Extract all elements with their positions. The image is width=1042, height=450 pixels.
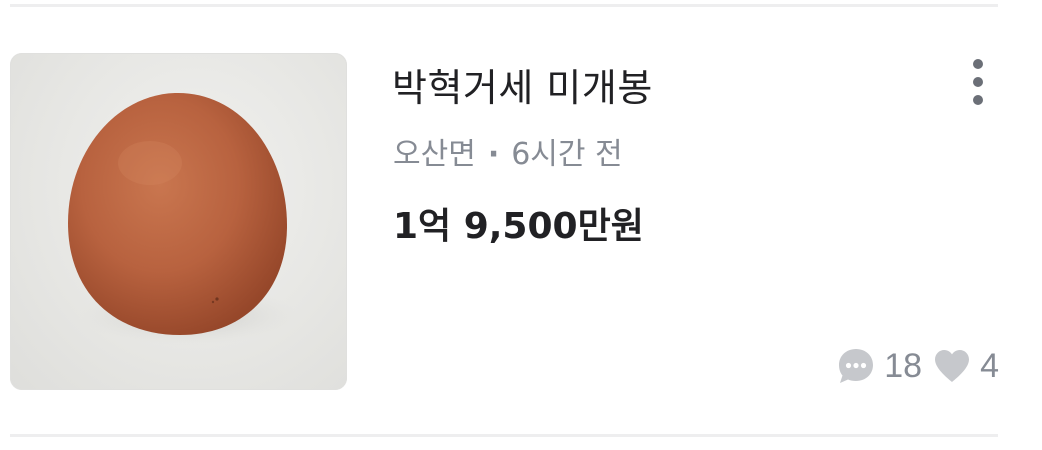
listing-stats: 18 4 xyxy=(836,342,999,390)
heart-icon xyxy=(932,348,972,384)
chat-count: 18 xyxy=(884,346,923,385)
chat-bubble-icon xyxy=(836,346,876,386)
chat-stat: 18 xyxy=(836,346,922,386)
like-count: 4 xyxy=(980,346,999,385)
listing-time-ago: 6시간 전 xyxy=(511,137,623,172)
listing-meta: 오산면 · 6시간 전 xyxy=(393,133,623,177)
bottom-divider xyxy=(10,434,998,437)
listing-price: 1억 9,500만원 xyxy=(393,206,644,247)
meta-separator: · xyxy=(487,137,500,172)
more-vertical-icon xyxy=(973,59,983,105)
product-thumbnail[interactable] xyxy=(10,53,347,390)
listing-location: 오산면 xyxy=(393,137,476,172)
more-options-button[interactable] xyxy=(958,54,998,110)
egg-image xyxy=(68,92,298,345)
like-stat: 4 xyxy=(932,347,999,386)
product-listing-item[interactable]: 박혁거세 미개봉 오산면 · 6시간 전 1억 9,500만원 18 4 xyxy=(0,0,1042,450)
listing-title[interactable]: 박혁거세 미개봉 xyxy=(392,60,653,116)
